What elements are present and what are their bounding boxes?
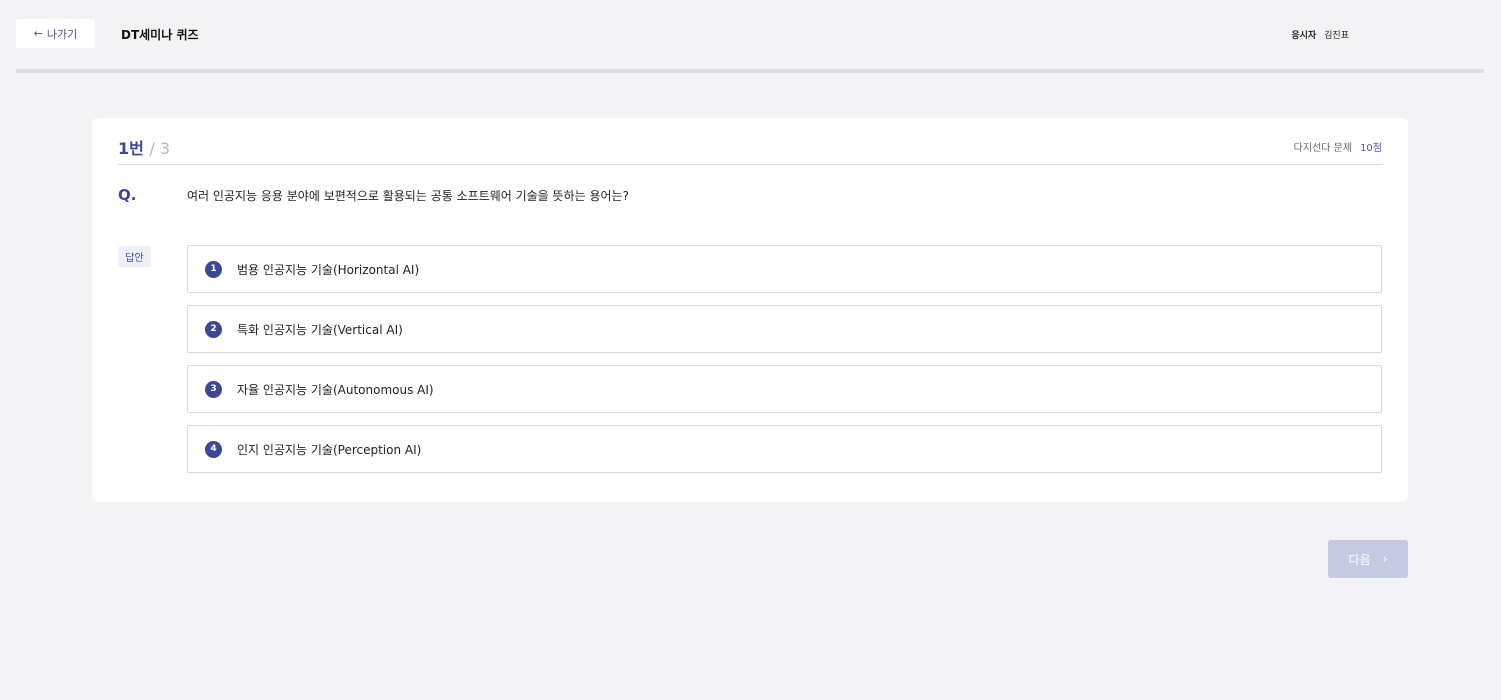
question-points: 10점 xyxy=(1360,143,1382,154)
exit-button[interactable]: ← 나가기 xyxy=(16,19,95,48)
option-number: 1 xyxy=(205,260,222,278)
examinee-info: 응시자 김진표 xyxy=(1291,28,1349,41)
option-text: 범용 인공지능 기술(Horizontal AI) xyxy=(237,262,420,277)
option-2[interactable]: 2 특화 인공지능 기술(Vertical AI) xyxy=(187,305,1382,353)
header: ← 나가기 DT세미나 퀴즈 응시자 김진표 xyxy=(0,0,1501,48)
option-number: 2 xyxy=(205,320,222,338)
option-number: 3 xyxy=(205,380,222,398)
question-card: 1번 / 3 다지선다 문제 10점 Q. 여러 인공지능 응용 분야에 보편적… xyxy=(92,118,1408,502)
arrow-left-icon: ← xyxy=(33,27,43,40)
question-meta: 다지선다 문제 10점 xyxy=(1294,139,1382,154)
exit-button-label: 나가기 xyxy=(46,27,78,41)
progress-bar xyxy=(16,69,1484,73)
question-number: 1번 / 3 xyxy=(118,135,170,159)
option-1[interactable]: 1 범용 인공지능 기술(Horizontal AI) xyxy=(187,245,1382,293)
page-title: DT세미나 퀴즈 xyxy=(121,28,199,42)
chevron-right-icon: › xyxy=(1382,552,1388,566)
question-marker: Q. xyxy=(118,186,137,204)
question-type: 다지선다 문제 xyxy=(1293,143,1353,154)
question-text: 여러 인공지능 응용 분야에 보편적으로 활용되는 공통 소프트웨어 기술을 뜻… xyxy=(187,189,629,203)
option-4[interactable]: 4 인지 인공지능 기술(Perception AI) xyxy=(187,425,1382,473)
option-text: 특화 인공지능 기술(Vertical AI) xyxy=(237,322,403,337)
answer-badge: 답안 xyxy=(118,246,151,267)
question-current: 1번 xyxy=(118,139,144,158)
question-total: / 3 xyxy=(149,139,171,158)
examinee-label: 응시자 xyxy=(1291,31,1317,41)
next-button[interactable]: 다음 › xyxy=(1328,540,1408,578)
option-3[interactable]: 3 자율 인공지능 기술(Autonomous AI) xyxy=(187,365,1382,413)
option-text: 인지 인공지능 기술(Perception AI) xyxy=(237,442,422,457)
option-number: 4 xyxy=(205,440,222,458)
question-header: 1번 / 3 다지선다 문제 10점 xyxy=(118,135,1382,165)
option-text: 자율 인공지능 기술(Autonomous AI) xyxy=(237,382,434,397)
next-button-label: 다음 xyxy=(1348,552,1371,567)
examinee-name: 김진표 xyxy=(1324,31,1349,41)
